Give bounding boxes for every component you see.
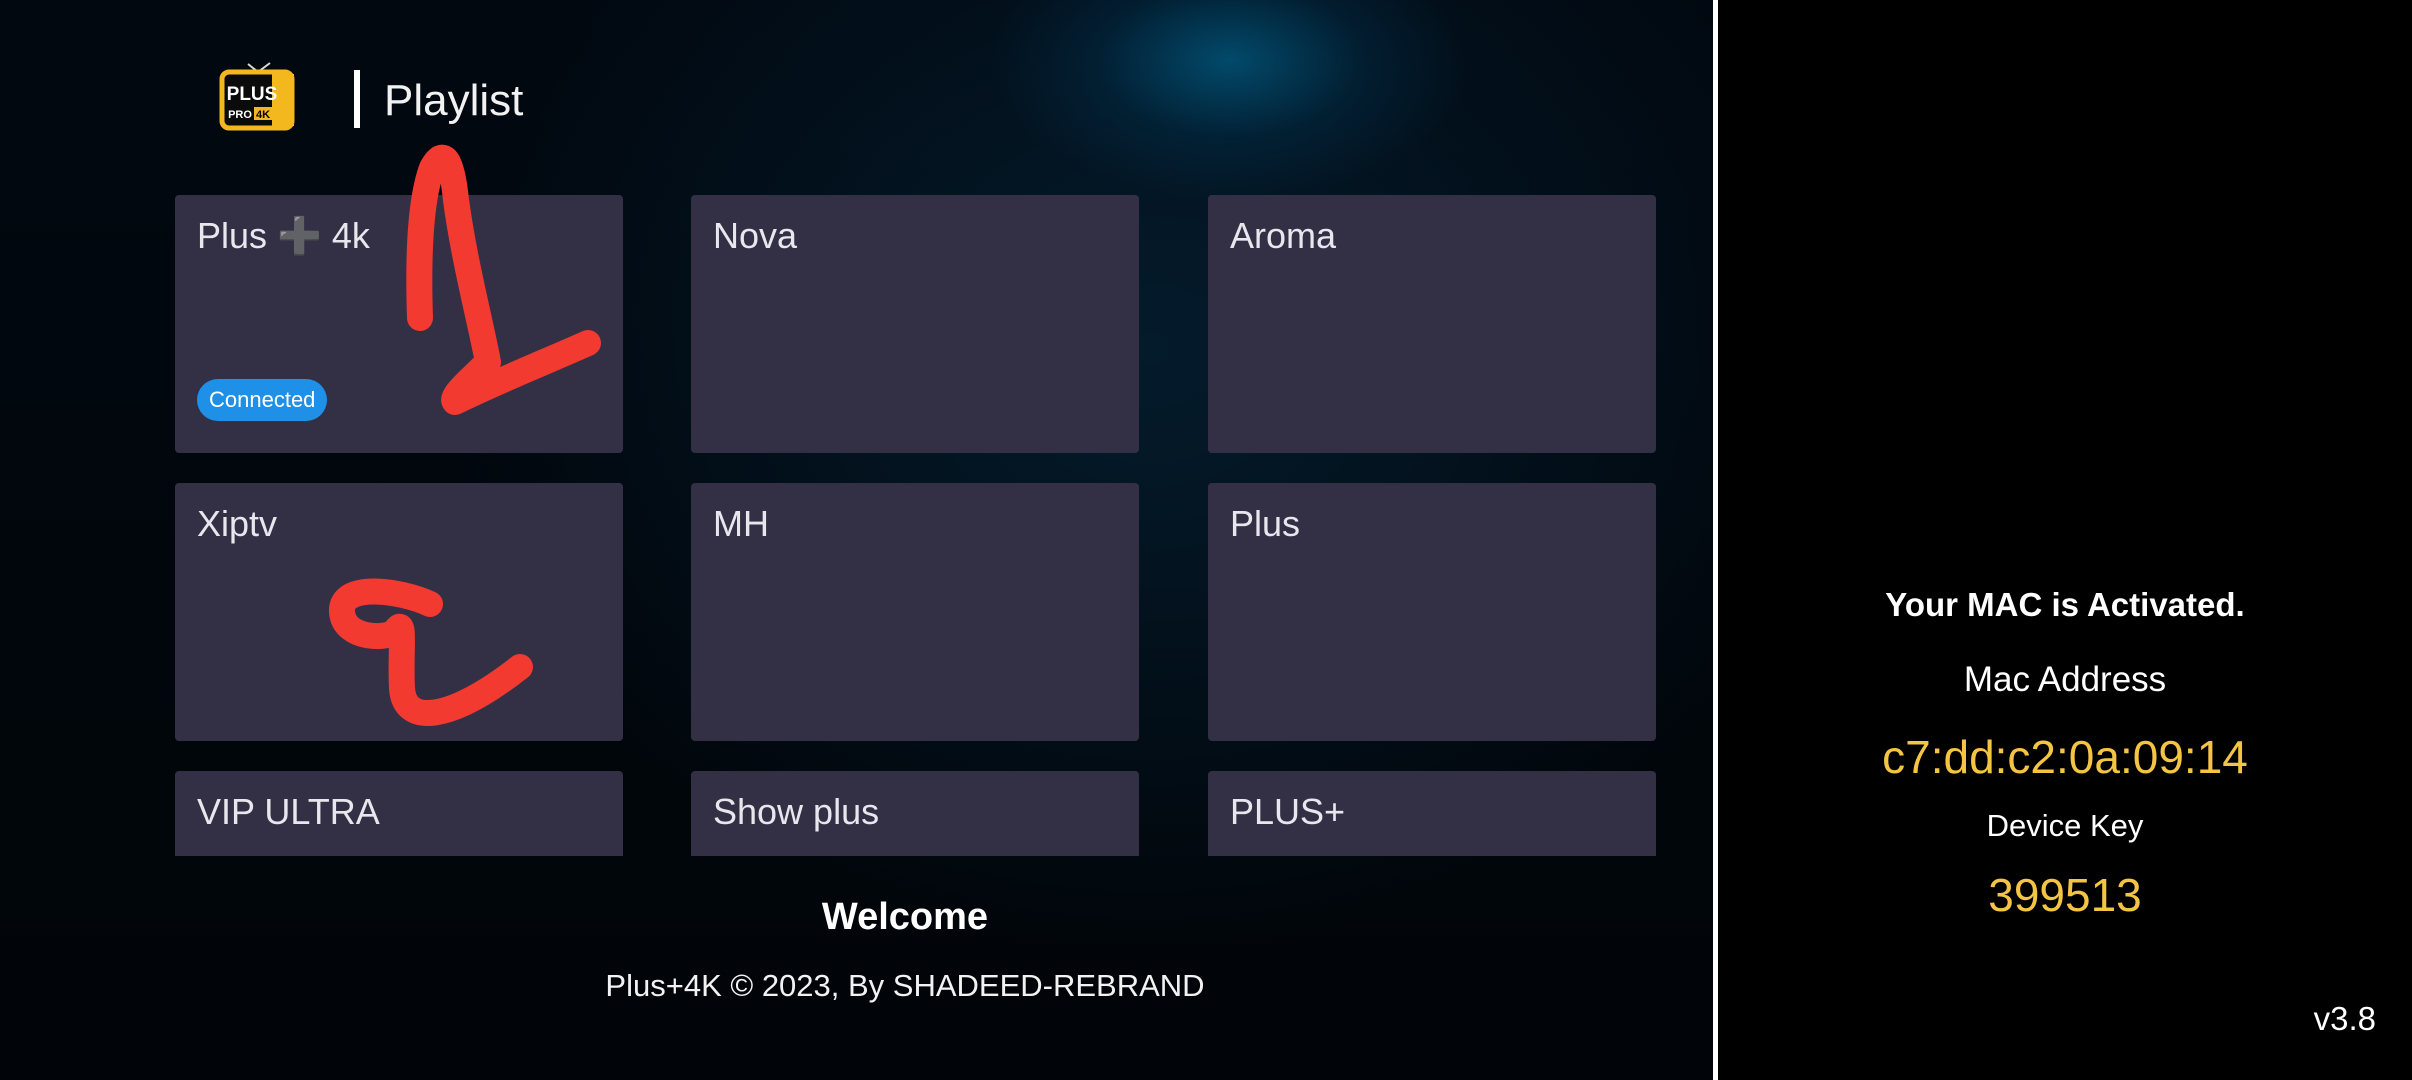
- playlist-card-show-plus[interactable]: Show plus: [691, 771, 1139, 856]
- playlist-card-label: VIP ULTRA: [197, 791, 380, 832]
- playlist-card-label: Plus ➕ 4k: [197, 215, 370, 256]
- playlist-card-plus-plus[interactable]: PLUS+: [1208, 771, 1656, 856]
- app-logo: PLUS PRO 4K: [219, 62, 295, 131]
- playlist-card-label: MH: [713, 503, 769, 544]
- playlist-card-aroma[interactable]: Aroma: [1208, 195, 1656, 453]
- playlist-card-label: Aroma: [1230, 215, 1337, 256]
- app-version: v3.8: [2313, 1000, 2376, 1037]
- copyright-text: Plus+4K © 2023, By SHADEED-REBRAND: [605, 968, 1205, 1003]
- playlist-card-label: Plus: [1230, 503, 1301, 544]
- playlist-card-label: Xiptv: [197, 503, 278, 544]
- page-title: Playlist: [384, 76, 524, 125]
- playlist-card-label: PLUS+: [1230, 791, 1346, 832]
- playlist-card-xiptv[interactable]: Xiptv: [175, 483, 623, 741]
- mac-status-text: Your MAC is Activated.: [1885, 586, 2245, 623]
- device-key-label: Device Key: [1986, 808, 2144, 843]
- device-info-panel: Your MAC is Activated. Mac Address c7:dd…: [1718, 0, 2412, 1080]
- playlist-panel: PLUS PRO 4K Playlist Plus ➕ 4k Connected…: [0, 0, 1713, 1080]
- playlist-card-nova[interactable]: Nova: [691, 195, 1139, 453]
- playlist-card-label: Nova: [713, 215, 798, 256]
- title-accent-bar: [354, 70, 360, 128]
- app-screen: PLUS PRO 4K Playlist Plus ➕ 4k Connected…: [0, 0, 2412, 1080]
- mac-address-value: c7:dd:c2:0a:09:14: [1882, 731, 2248, 783]
- connected-badge: Connected: [197, 379, 328, 421]
- playlist-card-plus-4k[interactable]: Plus ➕ 4k Connected: [175, 195, 623, 453]
- playlist-card-mh[interactable]: MH: [691, 483, 1139, 741]
- logo-text-4k: 4K: [256, 109, 270, 121]
- mac-address-label: Mac Address: [1963, 660, 2167, 699]
- logo-text-plus: PLUS: [227, 84, 278, 105]
- logo-text-pro: PRO: [228, 109, 252, 121]
- playlist-card-plus[interactable]: Plus: [1208, 483, 1656, 741]
- playlist-card-vip-ultra[interactable]: VIP ULTRA: [175, 771, 623, 856]
- welcome-text: Welcome: [821, 896, 989, 938]
- device-key-value: 399513: [1988, 869, 2142, 921]
- playlist-card-label: Show plus: [713, 791, 880, 832]
